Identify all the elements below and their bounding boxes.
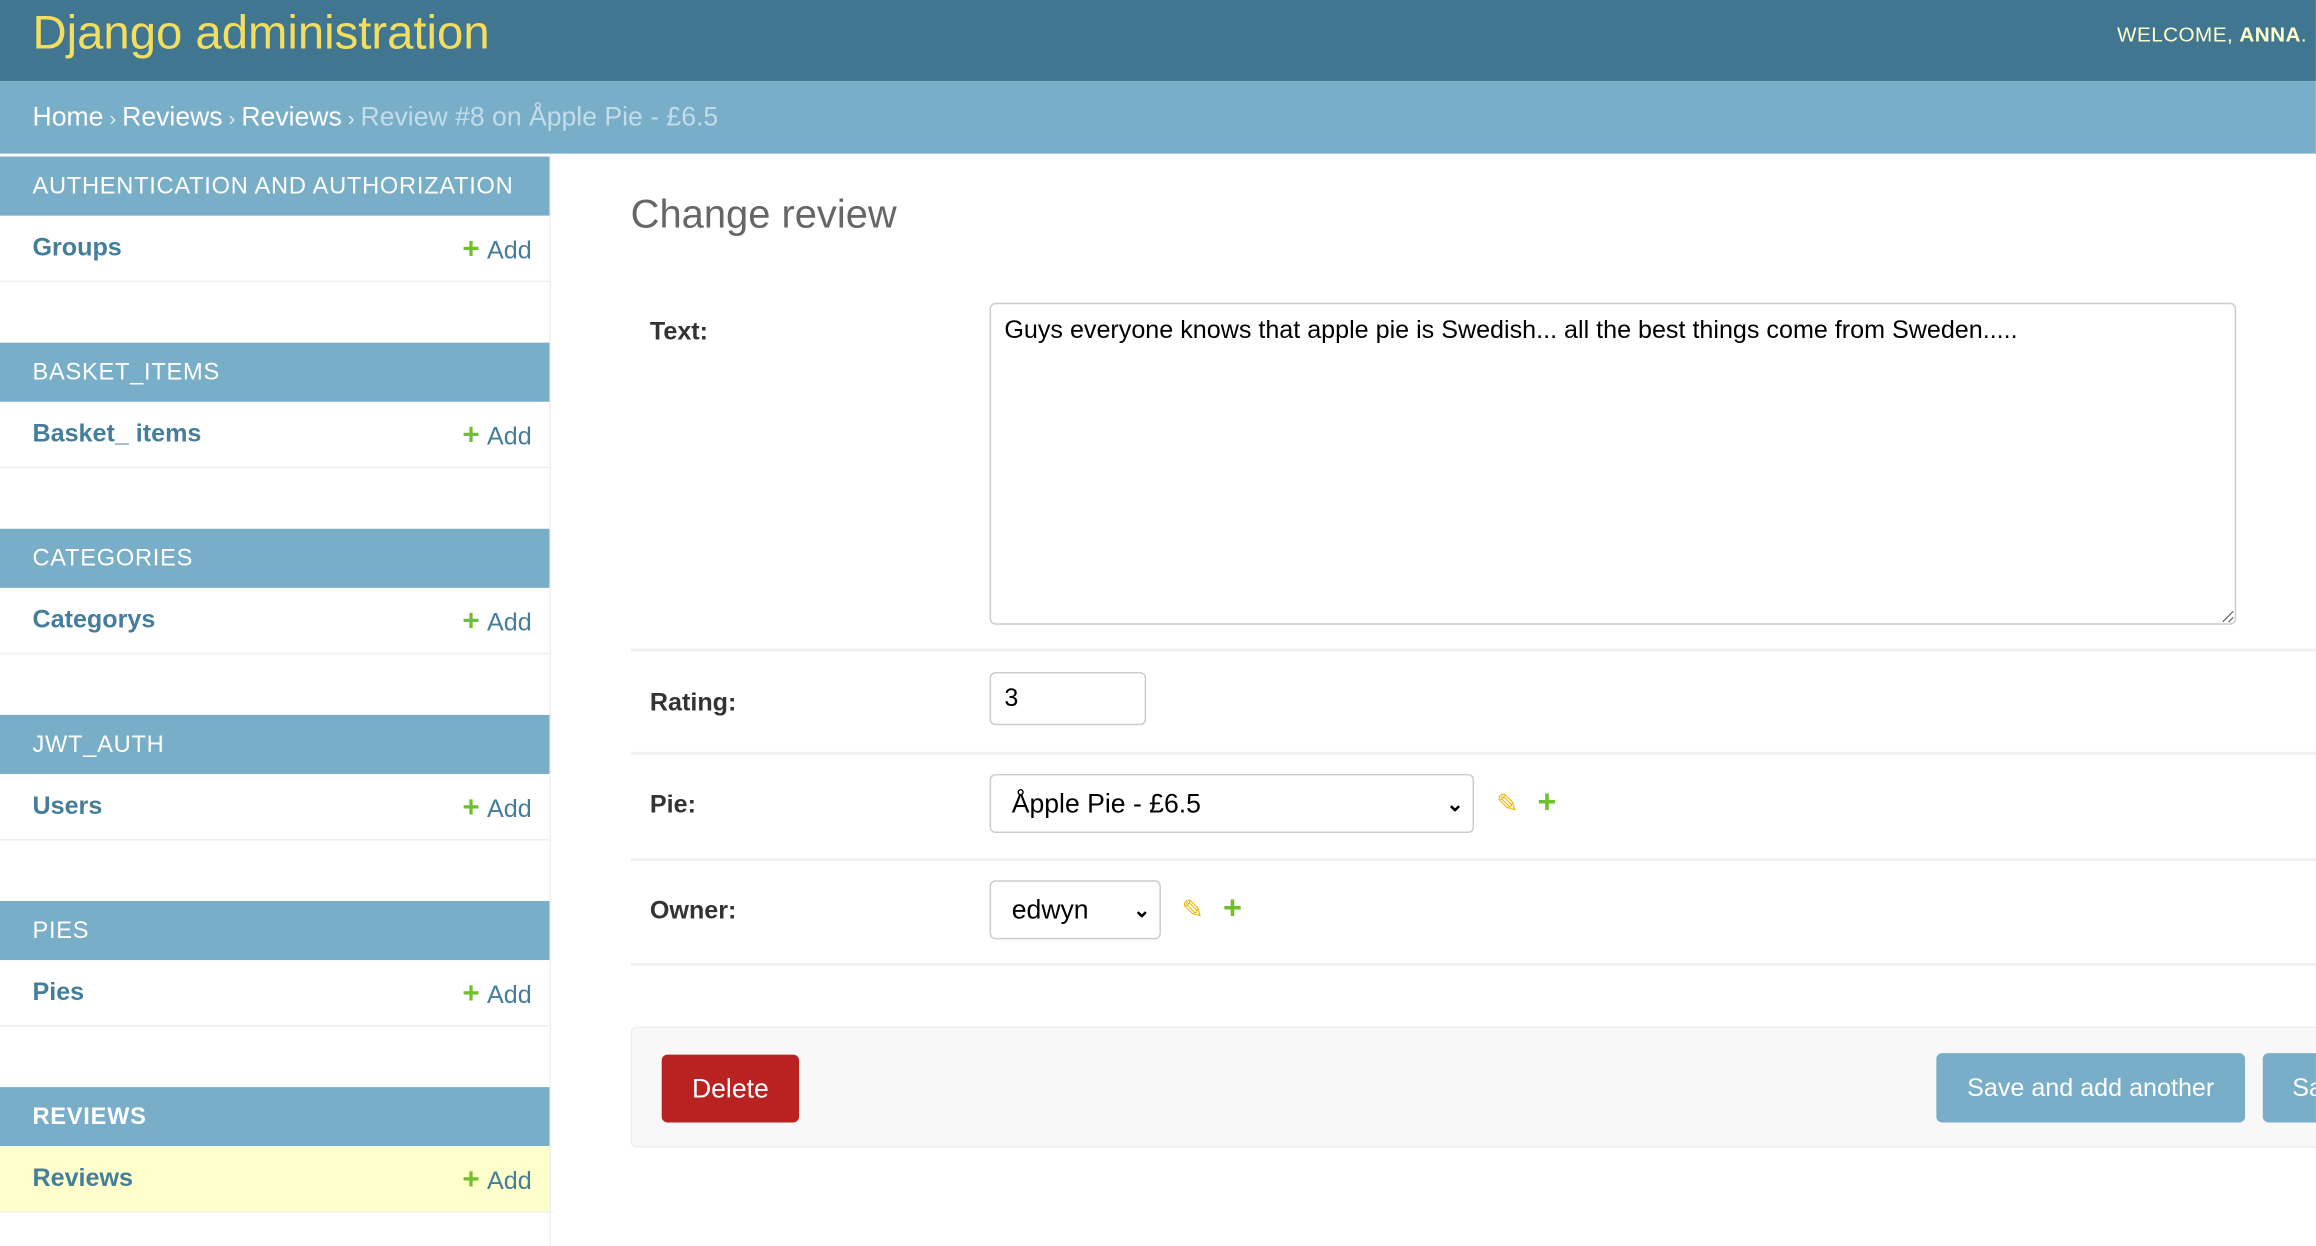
divider — [630, 963, 2316, 966]
model-link[interactable]: Reviews — [32, 1164, 133, 1194]
delete-button[interactable]: Delete — [661, 1054, 800, 1123]
edit-owner-pencil-icon[interactable]: ✎ — [1182, 895, 1204, 926]
username: ANNA — [2239, 22, 2301, 46]
divider — [630, 648, 2316, 652]
add-link[interactable]: + Add — [462, 419, 531, 453]
add-label: Add — [487, 1166, 532, 1195]
welcome-tail: . — [2300, 22, 2308, 46]
rating-input[interactable] — [989, 672, 1147, 726]
add-link[interactable]: + Add — [462, 792, 531, 826]
module-groups: AUTHENTICATION AND AUTHORIZATION Groups … — [0, 156, 550, 283]
add-label: Add — [487, 422, 532, 451]
model-link[interactable]: Basket_ items — [32, 419, 201, 449]
module-caption[interactable]: AUTHENTICATION AND AUTHORIZATION — [0, 156, 550, 216]
add-link[interactable]: + Add — [462, 1164, 531, 1198]
breadcrumb-current: Review #8 on Åpple Pie - £6.5 — [360, 101, 719, 132]
add-pie-plus-icon[interactable]: + — [1538, 783, 1557, 821]
model-link[interactable]: Groups — [32, 233, 121, 263]
owner-selected-value: edwyn — [1011, 895, 1089, 925]
plus-icon: + — [462, 791, 480, 825]
content: Change review Text: Guys everyone knows … — [630, 154, 2316, 1246]
site-title[interactable]: Django administration — [32, 6, 489, 61]
breadcrumb-separator: › — [228, 106, 236, 130]
breadcrumb-separator: › — [347, 106, 355, 130]
welcome-text: WELCOME, — [2117, 22, 2240, 46]
pie-label: Pie: — [649, 790, 696, 819]
module-row: Users + Add — [0, 774, 550, 841]
page-title: Change review — [630, 192, 897, 237]
plus-icon: + — [462, 605, 480, 639]
add-link[interactable]: + Add — [462, 606, 531, 640]
add-label: Add — [487, 794, 532, 823]
add-link[interactable]: + Add — [462, 978, 531, 1012]
module-row: Categorys + Add — [0, 588, 550, 655]
module-caption[interactable]: BASKET_ITEMS — [0, 342, 550, 402]
module-row: Reviews + Add — [0, 1146, 550, 1213]
breadcrumb: Home › Reviews › Reviews › Review #8 on Åpple … — [0, 81, 2316, 154]
module-row: Basket_ items + Add — [0, 402, 550, 469]
add-label: Add — [487, 608, 532, 637]
header: Django administration WELCOME, ANNA. — [0, 0, 2316, 82]
module-reviews: REVIEWS Reviews + Add — [0, 1087, 550, 1213]
module-categorys: CATEGORIES Categorys + Add — [0, 528, 550, 655]
model-link[interactable]: Pies — [32, 978, 84, 1008]
plus-icon: + — [462, 977, 480, 1011]
add-link[interactable]: + Add — [462, 233, 531, 267]
model-link[interactable]: Categorys — [32, 606, 155, 636]
divider — [630, 858, 2316, 862]
submit-row: Delete Save and add another Sa — [630, 1026, 2316, 1148]
module-caption[interactable]: JWT_AUTH — [0, 714, 550, 774]
chevron-down-icon: ⌄ — [1133, 898, 1151, 922]
pie-selected-value: Åpple Pie - £6.5 — [1011, 788, 1201, 819]
sidebar: AUTHENTICATION AND AUTHORIZATION Groups … — [0, 153, 551, 1246]
module-caption[interactable]: PIES — [0, 900, 550, 961]
module-row: Pies + Add — [0, 960, 550, 1027]
save-and-add-another-button[interactable]: Save and add another — [1936, 1053, 2246, 1123]
add-label: Add — [487, 980, 532, 1009]
plus-icon: + — [462, 1163, 480, 1197]
edit-pie-pencil-icon[interactable]: ✎ — [1496, 789, 1518, 820]
add-label: Add — [487, 236, 532, 265]
rating-label: Rating: — [649, 688, 737, 717]
breadcrumb-app[interactable]: Reviews — [122, 102, 222, 132]
user-tools: WELCOME, ANNA. — [2117, 22, 2307, 46]
breadcrumb-separator: › — [109, 106, 117, 130]
plus-icon: + — [462, 419, 480, 452]
module-caption[interactable]: CATEGORIES — [0, 528, 550, 588]
owner-label: Owner: — [649, 896, 737, 925]
owner-select[interactable]: edwyn ⌄ — [989, 880, 1161, 940]
module-caption[interactable]: REVIEWS — [0, 1087, 550, 1147]
model-link[interactable]: Users — [32, 792, 102, 822]
chevron-down-icon: ⌄ — [1446, 791, 1464, 816]
plus-icon: + — [462, 233, 480, 266]
add-owner-plus-icon[interactable]: + — [1223, 889, 1242, 927]
divider — [630, 751, 2316, 755]
text-textarea[interactable]: Guys everyone knows that apple pie is Sw… — [989, 302, 2237, 625]
breadcrumb-model[interactable]: Reviews — [241, 102, 341, 132]
pie-select[interactable]: Åpple Pie - £6.5 ⌄ — [989, 773, 1475, 834]
module-row: Groups + Add — [0, 216, 550, 283]
save-continue-button[interactable]: Sa — [2262, 1053, 2316, 1123]
module-basket-items: BASKET_ITEMS Basket_ items + Add — [0, 342, 550, 469]
text-label: Text: — [649, 317, 709, 346]
module-pies: PIES Pies + Add — [0, 900, 550, 1027]
module-users: JWT_AUTH Users + Add — [0, 714, 550, 841]
breadcrumb-home[interactable]: Home — [32, 102, 103, 132]
